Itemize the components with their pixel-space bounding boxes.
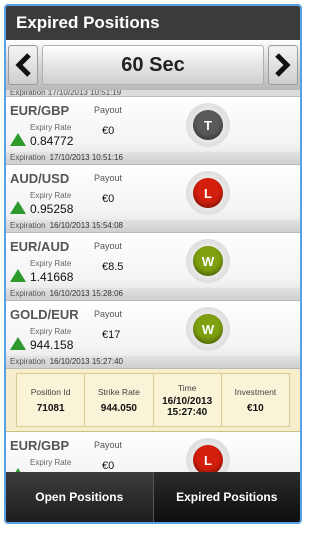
detail-value: €10 (247, 402, 264, 414)
expiry-rate-value: 0.95258 (30, 202, 74, 216)
result-badge: L (186, 438, 230, 476)
result-badge-label: T (193, 110, 223, 140)
expiry-rate-label: Expiry Rate (30, 259, 72, 268)
expiry-selector: 60 Sec (6, 40, 300, 90)
payout-value: €0 (102, 460, 115, 472)
detail-label: Position Id (30, 386, 71, 397)
prev-button[interactable] (8, 45, 38, 85)
payout-label: Payout (94, 309, 123, 319)
up-arrow-icon (10, 133, 26, 146)
pair-name: GOLD/EUR (10, 307, 79, 322)
pair-name: EUR/AUD (10, 239, 70, 254)
detail-value-time: 15:27:40 (167, 406, 208, 418)
detail-position-id: Position Id 71081 (17, 374, 86, 426)
expiration-label: Expiration (10, 357, 46, 366)
payout-value: €0 (102, 193, 115, 205)
page-title: Expired Positions (6, 6, 300, 40)
detail-label: Time (177, 382, 197, 393)
payout-label: Payout (94, 440, 123, 450)
payout-label: Payout (94, 105, 123, 115)
positions-list[interactable]: Expiration 17/10/2013 10:51:19 EUR/GBP E… (6, 90, 300, 476)
expiry-rate-label: Expiry Rate (30, 123, 72, 132)
expiry-rate-value: 944.158 (30, 338, 74, 352)
payout-label: Payout (94, 241, 123, 251)
expiration-value: 17/10/2013 10:51:16 (49, 153, 123, 162)
expiry-rate-label: Expiry Rate (30, 458, 72, 467)
result-badge: L (186, 171, 230, 215)
expiration-value: 16/10/2013 15:27:40 (49, 357, 123, 366)
list-item[interactable]: EUR/GBP Expiry Rate Payout €0 L (6, 432, 300, 476)
expiry-rate-value: 1.41668 (30, 270, 74, 284)
chevron-left-icon (15, 53, 31, 77)
expiration-bar: Expiration 16/10/2013 15:27:40 (6, 356, 300, 368)
result-badge-label: L (193, 178, 223, 208)
detail-time: Time 16/10/2013 15:27:40 (154, 374, 222, 426)
detail-strike-rate: Strike Rate 944.050 (85, 374, 154, 426)
detail-value: 944.050 (100, 402, 137, 414)
result-badge-label: W (193, 314, 223, 344)
expiration-value: 16/10/2013 15:28:06 (49, 289, 123, 298)
expiry-rate-value: 0.84772 (30, 134, 74, 148)
tab-expired-positions[interactable]: Expired Positions (152, 472, 300, 522)
next-button[interactable] (268, 45, 298, 85)
result-badge-label: L (193, 445, 223, 475)
payout-value: €8.5 (102, 261, 124, 273)
detail-label: Investment (234, 386, 277, 397)
pair-name: AUD/USD (10, 171, 70, 186)
result-badge: W (186, 307, 230, 351)
detail-investment: Investment €10 (222, 374, 289, 426)
bottom-tabs: Open Positions Expired Positions (6, 472, 300, 522)
list-item[interactable]: EUR/GBP Expiry Rate 0.84772 Payout €0 T … (6, 97, 300, 165)
expiration-label: Expiration (10, 221, 46, 230)
expiration-label: Expiration (10, 153, 46, 162)
expiry-rate-label: Expiry Rate (30, 191, 72, 200)
expiration-bar: Expiration 16/10/2013 15:54:08 (6, 220, 300, 232)
expiration-value: 16/10/2013 15:54:08 (49, 221, 123, 230)
result-badge: T (186, 103, 230, 147)
detail-value-date: 16/10/2013 (162, 395, 213, 407)
up-arrow-icon (10, 201, 26, 214)
position-detail: Position Id 71081 Strike Rate 944.050 Ti… (6, 369, 300, 432)
up-arrow-icon (10, 269, 26, 282)
expiry-rate-label: Expiry Rate (30, 327, 72, 336)
payout-label: Payout (94, 173, 123, 183)
app-frame: Expired Positions 60 Sec Expiration 17/1… (4, 4, 302, 524)
expiration-bar: Expiration 16/10/2013 15:28:06 (6, 288, 300, 300)
expiration-label: Expiration (10, 289, 46, 298)
detail-value: 71081 (36, 402, 65, 414)
tab-open-positions[interactable]: Open Positions (6, 472, 153, 522)
list-item-partial: Expiration 17/10/2013 10:51:19 (6, 90, 300, 97)
result-badge: W (186, 239, 230, 283)
list-item[interactable]: GOLD/EUR Expiry Rate 944.158 Payout €17 … (6, 301, 300, 369)
expiry-value[interactable]: 60 Sec (42, 45, 264, 85)
payout-value: €17 (102, 329, 121, 341)
chevron-right-icon (275, 53, 291, 77)
detail-label: Strike Rate (97, 386, 140, 397)
list-item[interactable]: EUR/AUD Expiry Rate 1.41668 Payout €8.5 … (6, 233, 300, 301)
pair-name: EUR/GBP (10, 103, 70, 118)
payout-value: €0 (102, 125, 115, 137)
up-arrow-icon (10, 337, 26, 350)
pair-name: EUR/GBP (10, 438, 70, 453)
list-item[interactable]: AUD/USD Expiry Rate 0.95258 Payout €0 L … (6, 165, 300, 233)
result-badge-label: W (193, 246, 223, 276)
expiration-bar: Expiration 17/10/2013 10:51:16 (6, 152, 300, 164)
